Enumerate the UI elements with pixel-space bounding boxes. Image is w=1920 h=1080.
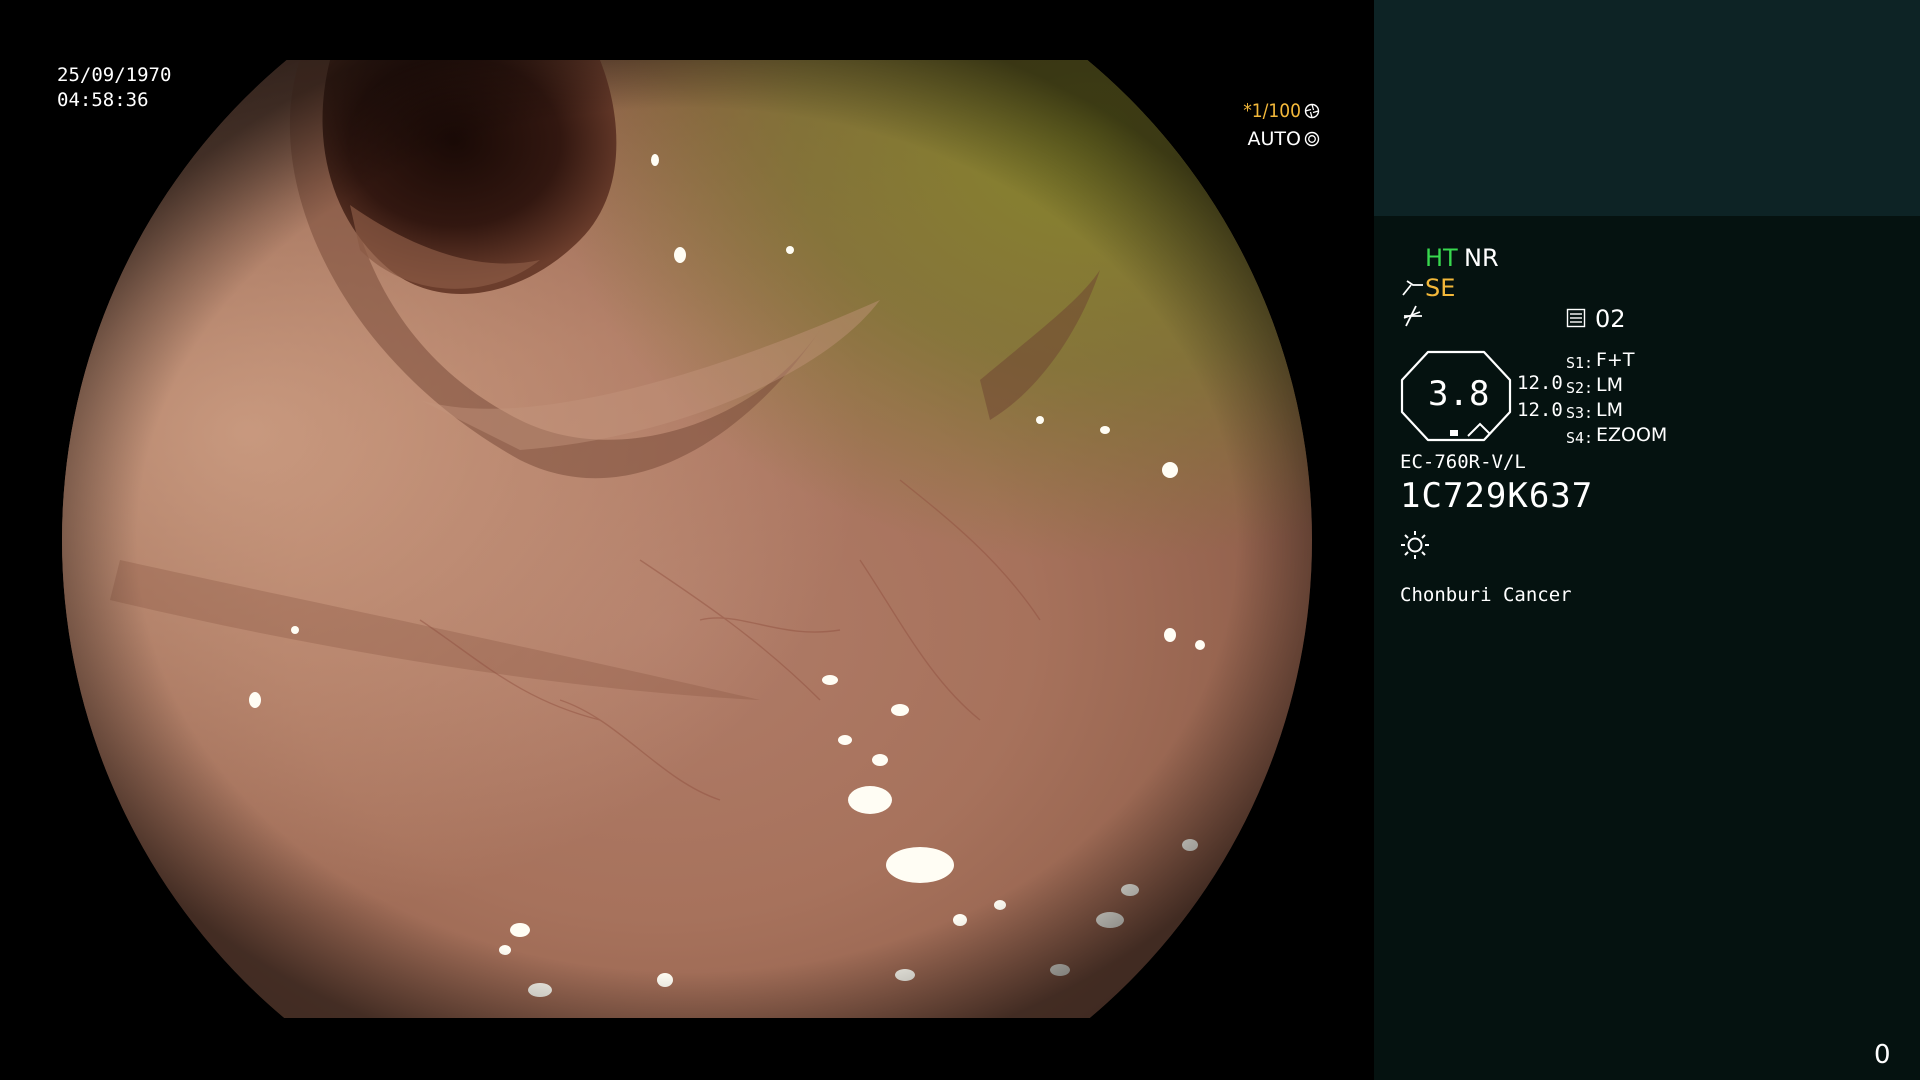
structure-enhance-icon (1403, 305, 1422, 327)
light-source-icon (1401, 531, 1429, 559)
scope-serial: 1C729K637 (1400, 476, 1594, 516)
memory-icon (1566, 308, 1586, 328)
se-indicator: SE (1425, 274, 1456, 302)
iris-mode-indicator: AUTO (1248, 128, 1320, 150)
setting-value-b: 12.0 (1517, 399, 1563, 421)
iris-icon (1304, 131, 1320, 147)
switch-4-key: S4: (1566, 429, 1594, 447)
image-counter: 0 (1874, 1040, 1891, 1070)
exam-time: 04:58:36 (57, 89, 149, 111)
switch-2-key: S2: (1566, 379, 1594, 397)
switch-1-key: S1: (1566, 354, 1594, 372)
shutter-speed-indicator: *1/100 (1243, 100, 1320, 122)
institution-name: Chonburi Cancer (1400, 584, 1572, 606)
endoscopic-image (62, 60, 1312, 1018)
nr-indicator: NR (1464, 244, 1499, 272)
exam-date: 25/09/1970 (57, 64, 172, 86)
switch-3-value: LM (1596, 399, 1623, 421)
endoscopy-screen: 25/09/1970 04:58:36 *1/100 AUTO HT NR SE (0, 0, 1920, 1080)
patient-info-area (1374, 0, 1920, 216)
shutter-speed-label: *1/100 (1243, 100, 1301, 122)
scope-tip-icon (1402, 280, 1423, 296)
switch-2-value: LM (1596, 374, 1623, 396)
memory-number: 02 (1595, 305, 1626, 333)
info-panel: HT NR SE 02 3.8 12.0 12.0 S1: F+T S2: LM (1374, 0, 1920, 1080)
ht-indicator: HT (1425, 244, 1458, 272)
switch-4-value: EZOOM (1596, 424, 1668, 446)
zoom-value: 3.8 (1428, 374, 1490, 414)
iris-mode-label: AUTO (1247, 128, 1301, 150)
aperture-icon (1304, 103, 1320, 119)
scope-model: EC-760R-V/L (1400, 451, 1526, 473)
switch-3-key: S3: (1566, 404, 1594, 422)
switch-1-value: F+T (1596, 349, 1635, 371)
setting-value-a: 12.0 (1517, 372, 1563, 394)
endoscopic-view: 25/09/1970 04:58:36 *1/100 AUTO (0, 0, 1374, 1080)
